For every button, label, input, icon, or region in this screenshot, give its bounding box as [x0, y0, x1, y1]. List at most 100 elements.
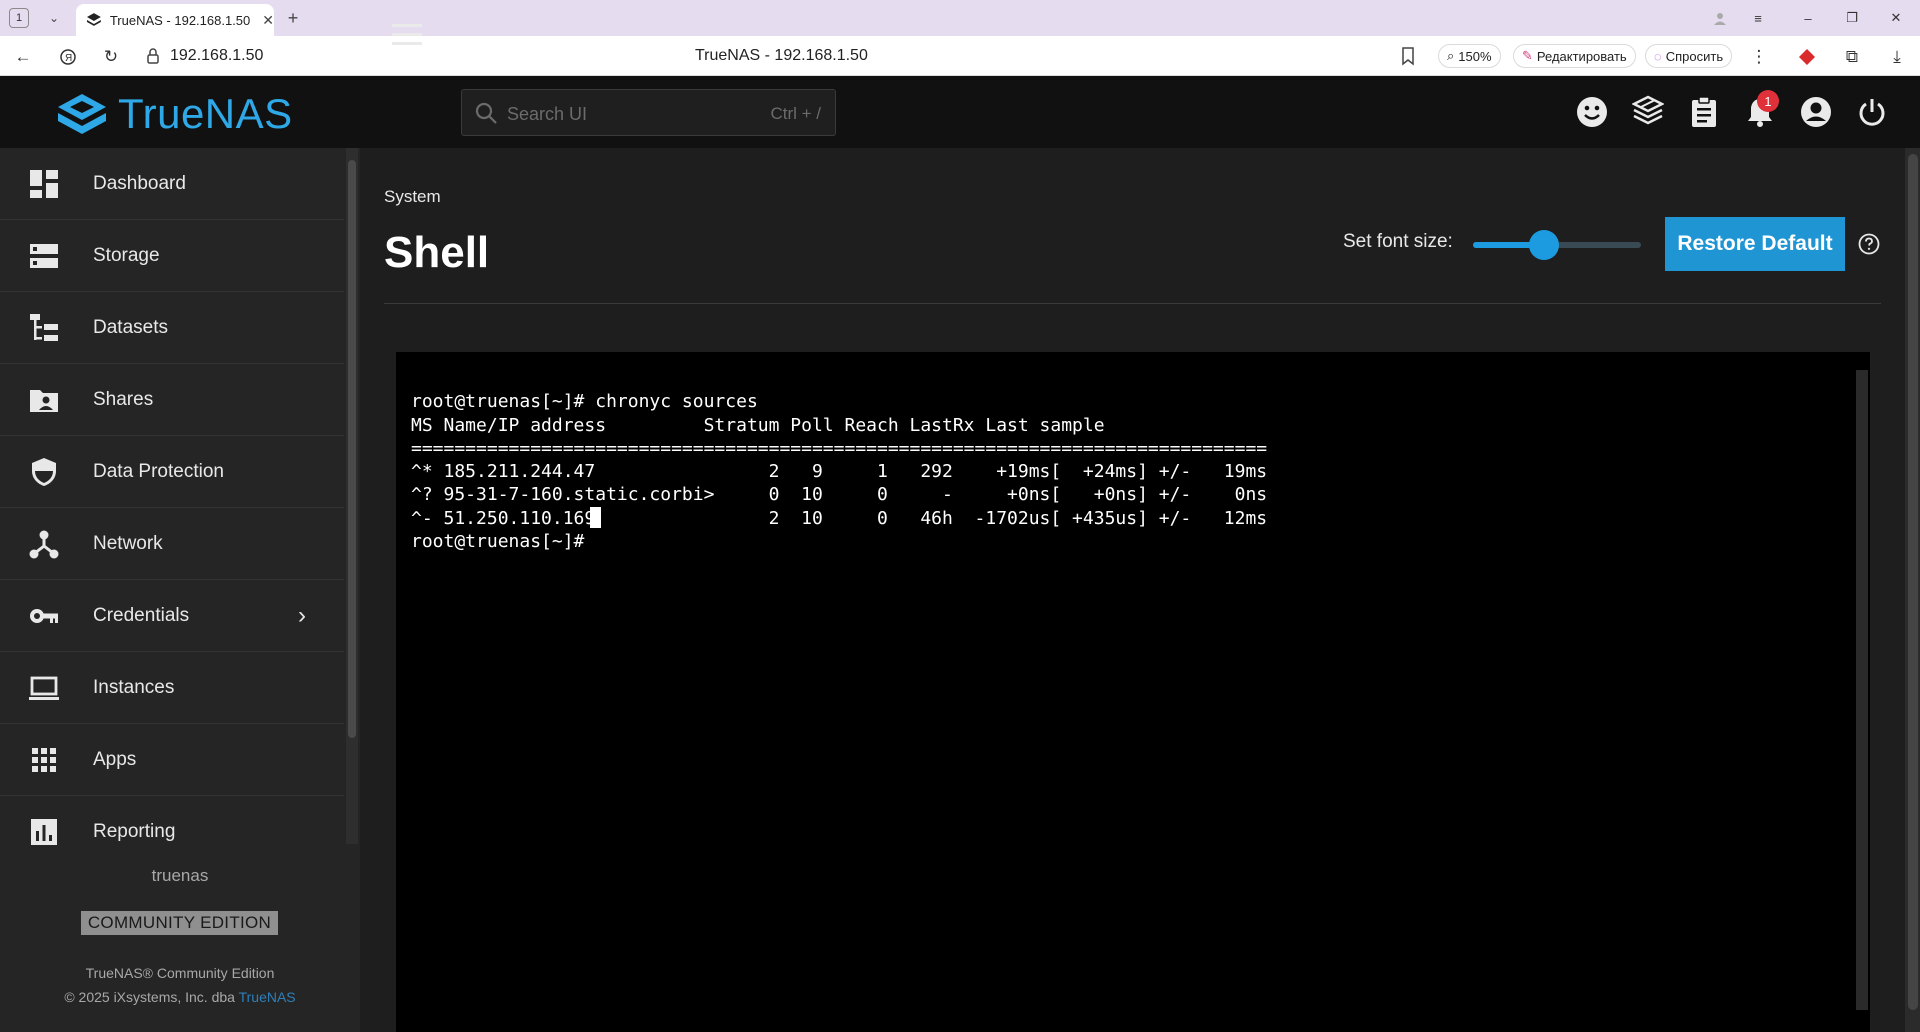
help-circle-icon[interactable]: [1858, 233, 1880, 255]
main-scrollbar-thumb[interactable]: [1908, 154, 1918, 1010]
chevron-right-icon: ›: [298, 602, 306, 629]
sidebar-item-label: Datasets: [93, 317, 168, 338]
font-size-slider-thumb[interactable]: [1528, 230, 1559, 260]
power-icon[interactable]: [1855, 95, 1889, 129]
terminal-line: MS Name/IP address Stratum Poll Reach La…: [411, 414, 1105, 436]
minimize-icon[interactable]: –: [1794, 6, 1822, 30]
dashboard-icon: [30, 170, 58, 198]
sidebar-item-dashboard[interactable]: Dashboard: [0, 148, 344, 220]
sidebar-item-label: Reporting: [93, 821, 176, 842]
sidebar-item-label: Credentials: [93, 605, 190, 626]
sidebar-item-data-protection[interactable]: Data Protection: [0, 436, 344, 508]
menu-toggle-hamburger-icon[interactable]: [392, 24, 422, 48]
truenas-link[interactable]: TrueNAS: [239, 989, 296, 1005]
page-title: Shell: [384, 228, 490, 277]
tab-close-icon[interactable]: ✕: [262, 12, 274, 29]
breadcrumb[interactable]: System: [384, 187, 441, 207]
sidebar-item-shares[interactable]: Shares: [0, 364, 344, 436]
shield-icon: [32, 458, 56, 486]
browser-tab-bar: 1 ⌄ TrueNAS - 192.168.1.50 ✕ + ≡ – ❐ ✕: [0, 0, 1920, 36]
sidebar-item-label: Shares: [93, 389, 154, 410]
ask-button[interactable]: ◌ Спросить: [1645, 44, 1733, 68]
sidebar-item-storage[interactable]: Storage: [0, 220, 344, 292]
shares-icon: [30, 390, 58, 412]
notification-count-badge: 1: [1757, 90, 1779, 112]
copyright-text: © 2025 iXsystems, Inc. dba: [64, 989, 235, 1005]
sidebar-item-credentials[interactable]: Credentials ›: [0, 580, 344, 652]
feedback-smiley-icon[interactable]: [1575, 95, 1609, 129]
account-circle-icon[interactable]: [1799, 95, 1833, 129]
truenas-favicon-icon: [86, 13, 101, 26]
extension-diamond-icon[interactable]: [1794, 44, 1820, 70]
browser-address-bar: ← Я ↻ 192.168.1.50 TrueNAS - 192.168.1.5…: [0, 36, 1920, 76]
jobs-clipboard-icon[interactable]: [1687, 95, 1721, 129]
edit-icon: ✎: [1522, 48, 1533, 63]
sidebar-item-instances[interactable]: Instances: [0, 652, 344, 724]
menu-lines-icon[interactable]: ≡: [1744, 6, 1772, 30]
svg-text:Я: Я: [65, 53, 72, 64]
key-icon: [30, 609, 58, 623]
lock-icon[interactable]: [146, 47, 160, 65]
browser-tab[interactable]: TrueNAS - 192.168.1.50 ✕: [76, 4, 274, 36]
chart-icon: [31, 819, 57, 845]
restore-default-button[interactable]: Restore Default: [1665, 217, 1845, 271]
sidebar-item-label: Dashboard: [93, 173, 186, 194]
terminal-line: ^- 51.250.110.169 2 10 0 46h -1702us[ +4…: [411, 507, 1268, 529]
hostname-label: truenas: [151, 866, 209, 885]
sidebar-item-label: Data Protection: [93, 461, 224, 482]
truecommand-icon[interactable]: [1631, 95, 1665, 129]
network-icon: [29, 530, 59, 559]
tab-count-button[interactable]: 1: [9, 8, 29, 28]
sidebar-scrollbar-thumb[interactable]: [348, 160, 356, 738]
zoom-value: 150%: [1458, 48, 1492, 64]
sidebar-item-apps[interactable]: Apps: [0, 724, 344, 796]
sidebar-item-reporting[interactable]: Reporting: [0, 796, 344, 868]
logo-text: TrueNAS: [118, 90, 293, 137]
more-options-icon[interactable]: ⋮: [1746, 44, 1772, 70]
storage-icon: [30, 244, 58, 268]
search-input[interactable]: Search UI Ctrl + /: [461, 89, 836, 136]
terminal-scrollbar[interactable]: [1856, 370, 1868, 1010]
zoom-magnifier-icon: ⌕: [1447, 48, 1455, 63]
new-tab-plus-icon[interactable]: +: [282, 7, 304, 29]
search-icon: [475, 102, 497, 124]
apps-grid-icon: [32, 748, 56, 772]
sidebar-item-label: Apps: [93, 749, 137, 770]
page-title-display: TrueNAS - 192.168.1.50: [695, 47, 868, 64]
sidebar-item-network[interactable]: Network: [0, 508, 344, 580]
terminal-line: ========================================…: [411, 437, 1268, 459]
downloads-icon[interactable]: ⤓: [1884, 44, 1910, 70]
terminal-line: ^? 95-31-7-160.static.corbi> 0 10 0 - +0…: [411, 484, 1268, 506]
url-field[interactable]: 192.168.1.50: [170, 47, 263, 65]
truenas-logo-icon: [58, 94, 106, 134]
restore-window-icon[interactable]: ❐: [1838, 6, 1866, 30]
copyright-line-1: TrueNAS® Community Edition: [85, 965, 275, 981]
datasets-icon: [30, 314, 58, 341]
tab-list-chevron-icon[interactable]: ⌄: [44, 8, 64, 28]
sidebar-item-label: Storage: [93, 245, 160, 266]
sidebar-item-datasets[interactable]: Datasets: [0, 292, 344, 364]
sidebar-item-label: Network: [93, 533, 163, 554]
tab-title: TrueNAS - 192.168.1.50: [109, 12, 251, 28]
yandex-icon[interactable]: Я: [55, 44, 81, 70]
edit-button[interactable]: ✎ Редактировать: [1513, 44, 1636, 68]
search-shortcut-hint: Ctrl + /: [770, 104, 821, 123]
edit-label: Редактировать: [1536, 48, 1627, 64]
close-window-icon[interactable]: ✕: [1882, 6, 1910, 30]
bookmark-icon[interactable]: [1400, 46, 1416, 66]
edition-badge: COMMUNITY EDITION: [81, 911, 278, 935]
terminal-output[interactable]: root@truenas[~]# chronyc sources MS Name/…: [411, 367, 1267, 577]
profile-icon[interactable]: [1706, 6, 1734, 30]
ask-icon: ◌: [1654, 48, 1662, 64]
terminal-line: root@truenas[~]# chronyc sources: [411, 391, 758, 413]
sidebar-item-label: Instances: [93, 677, 175, 698]
terminal-cursor: [590, 507, 601, 528]
font-size-label: Set font size:: [1343, 231, 1453, 252]
truenas-logo[interactable]: TrueNAS: [56, 90, 293, 138]
reload-icon[interactable]: ↻: [98, 44, 124, 70]
search-placeholder: Search UI: [507, 104, 588, 124]
ask-label: Спросить: [1665, 48, 1724, 64]
zoom-indicator[interactable]: ⌕ 150%: [1438, 44, 1501, 68]
back-arrow-icon[interactable]: ←: [10, 44, 36, 70]
collections-icon[interactable]: ⧉: [1839, 44, 1865, 70]
